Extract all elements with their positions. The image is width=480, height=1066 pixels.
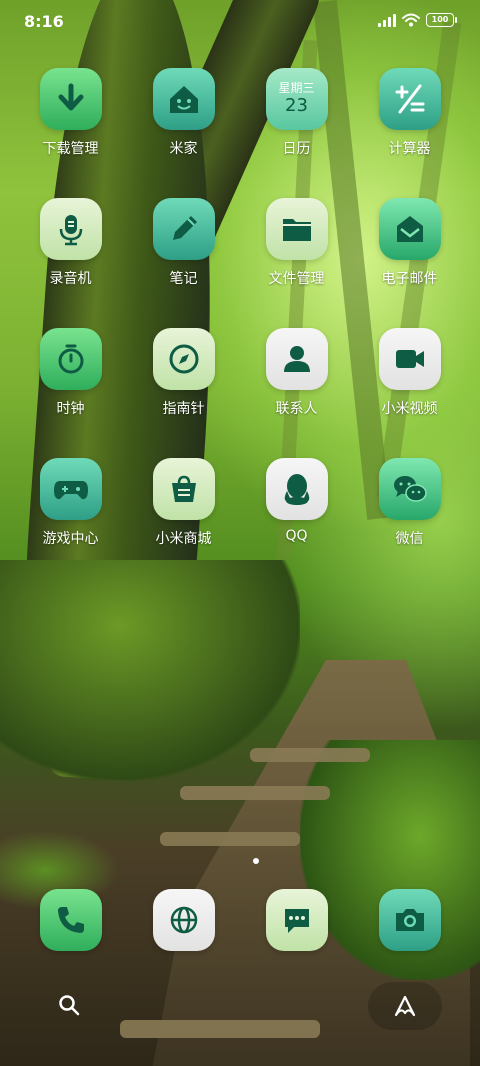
dock-messages[interactable] <box>247 889 347 951</box>
battery-indicator: 100 <box>426 13 457 27</box>
pencil-icon[interactable] <box>152 198 215 260</box>
gamepad-icon[interactable] <box>39 458 102 520</box>
app-mi-store[interactable]: 小米商城 <box>134 458 234 548</box>
app-label: 录音机 <box>49 271 92 287</box>
chat-bubble-icon[interactable] <box>265 889 328 951</box>
app-label: 指南针 <box>162 401 205 417</box>
app-file-manager[interactable]: 文件管理 <box>247 198 347 288</box>
app-label: 电子邮件 <box>381 271 438 287</box>
app-game-center[interactable]: 游戏中心 <box>21 458 121 548</box>
app-mi-video[interactable]: 小米视频 <box>360 328 460 418</box>
person-icon[interactable] <box>265 328 328 390</box>
app-label: 计算器 <box>388 141 431 157</box>
wechat-icon[interactable] <box>378 458 441 520</box>
app-label: 下载管理 <box>42 141 99 157</box>
folder-icon[interactable] <box>265 198 328 260</box>
dock-browser[interactable] <box>134 889 234 951</box>
app-label: 小米商城 <box>155 531 212 547</box>
app-email[interactable]: 电子邮件 <box>360 198 460 288</box>
shopping-bag-icon[interactable] <box>152 458 215 520</box>
app-grid: 下载管理 米家 星期三 23 日历 计算器 录音机 笔记 文件管理 电子邮件 时… <box>0 68 480 588</box>
mail-icon[interactable] <box>378 198 441 260</box>
app-calculator[interactable]: 计算器 <box>360 68 460 158</box>
calendar-date: 23 <box>285 95 308 116</box>
app-label: 联系人 <box>275 401 318 417</box>
app-download-manager[interactable]: 下载管理 <box>21 68 121 158</box>
app-qq[interactable]: QQ <box>247 458 347 548</box>
calendar-icon[interactable]: 星期三 23 <box>265 68 328 130</box>
app-calendar[interactable]: 星期三 23 日历 <box>247 68 347 158</box>
app-label: 游戏中心 <box>42 531 99 547</box>
app-label: QQ <box>285 528 308 544</box>
app-recorder[interactable]: 录音机 <box>21 198 121 288</box>
status-time: 8:16 <box>24 12 64 31</box>
globe-icon[interactable] <box>152 889 215 951</box>
calendar-weekday: 星期三 <box>278 81 315 95</box>
dock-camera[interactable] <box>360 889 460 951</box>
app-label: 微信 <box>395 531 424 547</box>
app-mijia[interactable]: 米家 <box>134 68 234 158</box>
app-label: 日历 <box>282 141 311 157</box>
app-contacts[interactable]: 联系人 <box>247 328 347 418</box>
dock <box>0 889 480 951</box>
app-label: 米家 <box>169 141 198 157</box>
app-label: 文件管理 <box>268 271 325 287</box>
compass-icon[interactable] <box>152 328 215 390</box>
home-face-icon[interactable] <box>152 68 215 130</box>
status-bar: 8:16 100 <box>0 0 480 44</box>
app-label: 小米视频 <box>381 401 438 417</box>
app-clock[interactable]: 时钟 <box>21 328 121 418</box>
assistant-icon <box>394 995 416 1017</box>
phone-icon[interactable] <box>39 889 102 951</box>
stopwatch-icon[interactable] <box>39 328 102 390</box>
calculator-icon[interactable] <box>378 68 441 130</box>
video-camera-icon[interactable] <box>378 328 441 390</box>
search-icon[interactable] <box>52 988 86 1022</box>
dock-phone[interactable] <box>21 889 121 951</box>
penguin-icon[interactable] <box>265 458 328 520</box>
assistant-button[interactable] <box>368 982 442 1030</box>
wifi-icon <box>402 13 420 27</box>
page-indicator-dot <box>253 858 259 864</box>
app-wechat[interactable]: 微信 <box>360 458 460 548</box>
app-notes[interactable]: 笔记 <box>134 198 234 288</box>
app-compass[interactable]: 指南针 <box>134 328 234 418</box>
app-label: 笔记 <box>169 271 198 287</box>
app-label: 时钟 <box>56 401 85 417</box>
cellular-signal-icon <box>378 13 396 27</box>
bottom-bar <box>0 982 480 1032</box>
microphone-icon[interactable] <box>39 198 102 260</box>
download-icon[interactable] <box>39 68 102 130</box>
camera-icon[interactable] <box>378 889 441 951</box>
